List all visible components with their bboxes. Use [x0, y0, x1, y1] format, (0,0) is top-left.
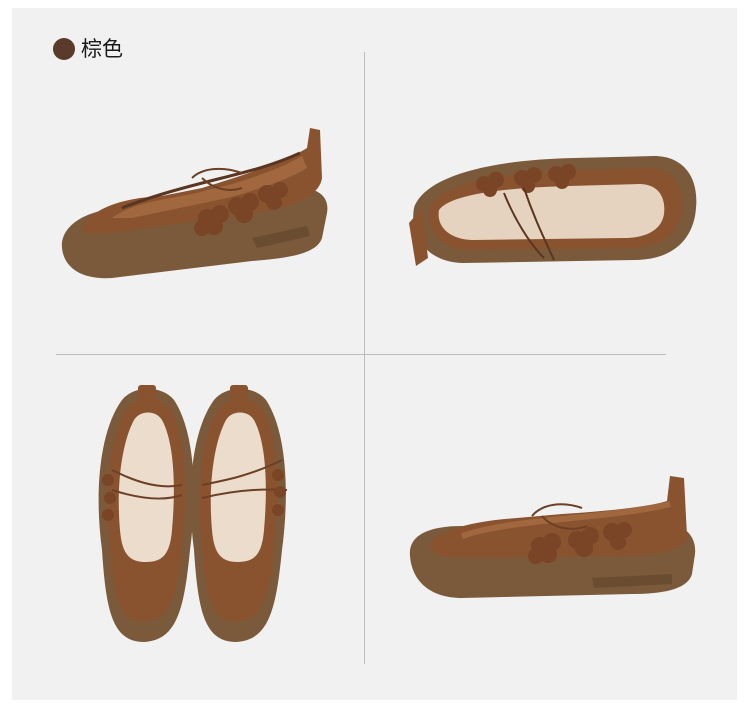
shoe-side-view-right — [402, 466, 702, 606]
color-name: 棕色 — [81, 37, 123, 61]
shoe-photo-icon — [409, 476, 696, 598]
shoe-top-angle-view — [404, 148, 704, 278]
color-swatch — [53, 38, 75, 60]
shoe-photo-icon — [98, 385, 288, 642]
vertical-divider — [364, 52, 365, 664]
color-option-label: 棕色 — [53, 38, 123, 60]
shoe-pair-top-view — [82, 380, 302, 650]
product-gallery: 棕色 — [12, 8, 737, 700]
shoe-photo-icon — [409, 156, 697, 266]
horizontal-divider — [56, 354, 666, 355]
shoe-photo-icon — [61, 128, 328, 279]
shoe-side-view-left — [52, 118, 332, 298]
